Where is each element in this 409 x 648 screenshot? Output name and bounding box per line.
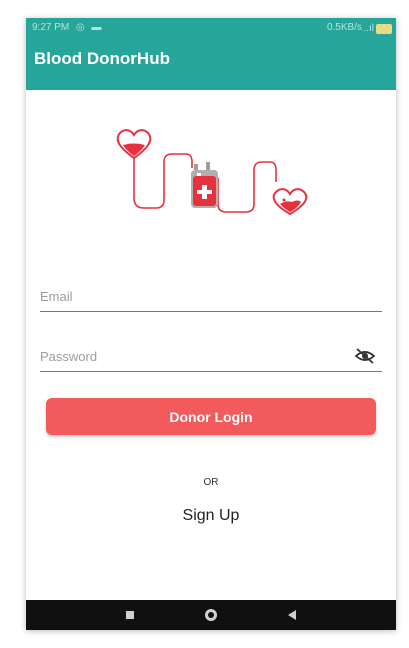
donor-login-button[interactable]: Donor Login	[46, 398, 376, 435]
eye-off-icon[interactable]	[354, 348, 376, 364]
system-nav-bar	[26, 600, 396, 630]
home-circle-icon[interactable]	[203, 607, 219, 623]
signal-icon: ..ıl	[363, 23, 374, 34]
status-time: 9:27 PM	[32, 22, 70, 33]
blood-donation-illustration	[116, 129, 308, 216]
or-divider-text: OR	[203, 477, 219, 488]
screenshot-frame: 9:27 PM ◎ ▬ 0.5KB/s ..ıl Blood DonorHub	[0, 0, 409, 648]
network-speed: 0.5KB/s	[326, 22, 362, 33]
app-title: Blood DonorHub	[34, 49, 170, 68]
email-input[interactable]	[40, 283, 340, 309]
sign-up-link[interactable]: Sign Up	[161, 507, 261, 529]
app-bar: Blood DonorHub	[26, 40, 396, 90]
phone-screen: 9:27 PM ◎ ▬ 0.5KB/s ..ıl Blood DonorHub	[26, 18, 396, 630]
recents-square-icon[interactable]	[122, 607, 138, 623]
email-field[interactable]	[40, 283, 382, 312]
password-input[interactable]	[40, 343, 340, 369]
status-bar: 9:27 PM ◎ ▬ 0.5KB/s ..ıl	[26, 18, 396, 40]
back-triangle-icon[interactable]	[284, 607, 300, 623]
password-field[interactable]	[40, 343, 382, 372]
notification-icons: ◎ ▬	[76, 22, 104, 33]
battery-icon	[376, 24, 392, 34]
